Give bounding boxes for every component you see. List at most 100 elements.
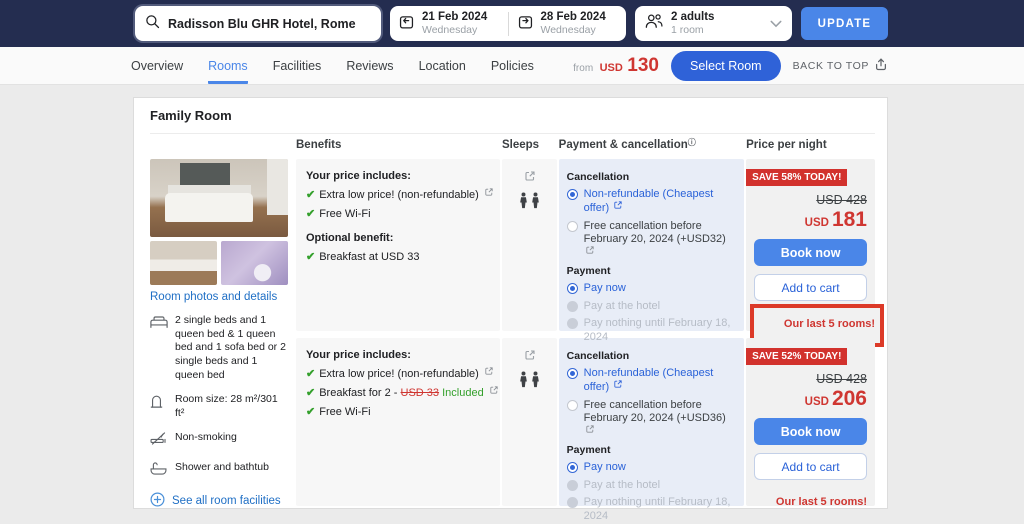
radio-selected	[567, 368, 578, 379]
external-link-icon[interactable]	[586, 424, 594, 436]
bed	[165, 193, 253, 223]
cancellation-title: Cancellation	[567, 171, 736, 183]
external-link-icon[interactable]	[614, 379, 622, 391]
tab-reviews[interactable]: Reviews	[346, 47, 393, 84]
external-link-icon[interactable]	[586, 245, 594, 257]
chevron-down-icon	[770, 15, 782, 33]
radio-disabled	[567, 318, 578, 329]
checkin-calendar-icon	[398, 13, 415, 35]
occupancy-info-icon[interactable]	[525, 168, 535, 186]
adults-occupancy-icon	[519, 192, 540, 209]
from-label: from	[573, 63, 593, 74]
old-price: USD 428	[754, 193, 867, 207]
checkout-calendar-icon	[517, 13, 534, 35]
price-column: Price per night SAVE 58% TODAY! USD 428 …	[746, 139, 875, 510]
wall-art	[180, 163, 230, 186]
offer2-sleeps	[502, 338, 557, 506]
scarcity-message: Our last 5 rooms!	[754, 496, 867, 508]
radio-unselected	[567, 400, 578, 411]
book-now-button[interactable]: Book now	[754, 239, 867, 266]
from-amount: 130	[627, 55, 659, 76]
price-from: from USD 130	[573, 55, 659, 77]
select-room-button[interactable]: Select Room	[671, 51, 781, 81]
optional-title: Optional benefit:	[306, 232, 490, 244]
offer2-benefits: Your price includes: ✔ Extra low price! …	[296, 338, 500, 506]
room-photo-small-1[interactable]	[150, 241, 217, 285]
see-all-facilities-link[interactable]: See all room facilities	[172, 495, 281, 507]
radio-free-cancellation[interactable]: Free cancellation before February 20, 20…	[567, 220, 736, 261]
offer1-price: SAVE 58% TODAY! USD 428 USD181 Book now …	[746, 159, 875, 331]
payment-header: Payment & cancellationⓘ	[559, 139, 744, 159]
room-photo-main[interactable]	[150, 159, 288, 237]
check-icon: ✔	[306, 367, 315, 380]
radio-disabled	[567, 480, 578, 491]
radio-pay-now[interactable]: Pay now	[567, 282, 736, 296]
room-size-detail: Room size: 28 m²/301 ft²	[150, 393, 288, 420]
checkout-date: 28 Feb 2024	[541, 10, 606, 24]
external-link-icon[interactable]	[490, 385, 498, 397]
beds-text: 2 single beds and 1 queen bed & 1 queen …	[175, 314, 288, 382]
current-price: USD206	[754, 387, 867, 411]
shower-icon	[150, 461, 168, 480]
radio-pay-nothing-until: Pay nothing until February 18, 2024	[567, 496, 736, 524]
tab-overview[interactable]: Overview	[131, 47, 183, 84]
tab-facilities[interactable]: Facilities	[273, 47, 322, 84]
payment-title: Payment	[567, 265, 736, 277]
check-icon: ✔	[306, 207, 315, 220]
tab-location[interactable]: Location	[419, 47, 466, 84]
facilities-link-row[interactable]: See all room facilities	[150, 492, 288, 510]
room-size-text: Room size: 28 m²/301 ft²	[175, 393, 288, 420]
radio-non-refundable[interactable]: Non-refundable (Cheapest offer)	[567, 188, 736, 216]
includes-title: Your price includes:	[306, 349, 490, 361]
room-photos-link[interactable]: Room photos and details	[150, 291, 277, 303]
guests-selector[interactable]: 2 adults 1 room	[635, 6, 792, 41]
radio-pay-now[interactable]: Pay now	[567, 461, 736, 475]
checkout-field[interactable]: 28 Feb 2024 Wednesday	[509, 10, 627, 38]
benefit-item: ✔ Free Wi-Fi	[306, 207, 490, 220]
curtain	[267, 159, 288, 215]
old-price: USD 428	[754, 372, 867, 386]
room-photo-small-2[interactable]	[221, 241, 288, 285]
bed-icon	[150, 314, 168, 382]
radio-free-cancellation[interactable]: Free cancellation before February 20, 20…	[567, 399, 736, 440]
external-link-icon[interactable]	[614, 200, 622, 212]
info-icon[interactable]: ⓘ	[688, 138, 696, 147]
sleeps-header: Sleeps	[502, 139, 557, 159]
update-button[interactable]: UPDATE	[801, 7, 888, 40]
bathroom-detail: Shower and bathtub	[150, 461, 288, 480]
payment-title: Payment	[567, 444, 736, 456]
room-photo-thumbs	[150, 241, 288, 285]
hotel-search-box[interactable]	[135, 6, 381, 41]
benefit-item: ✔ Free Wi-Fi	[306, 405, 490, 418]
cancellation-title: Cancellation	[567, 350, 736, 362]
search-icon	[145, 14, 160, 34]
check-icon: ✔	[306, 188, 315, 201]
radio-pay-at-hotel: Pay at the hotel	[567, 300, 736, 314]
add-to-cart-button[interactable]: Add to cart	[754, 274, 867, 301]
offer2-price: SAVE 52% TODAY! USD 428 USD206 Book now …	[746, 338, 875, 506]
checkin-date: 21 Feb 2024	[422, 10, 487, 24]
smoking-text: Non-smoking	[175, 431, 237, 450]
back-to-top-link[interactable]: BACK TO TOP	[793, 57, 888, 74]
benefit-item-breakfast: ✔ Breakfast for 2 - USD 33 Included	[306, 386, 490, 399]
radio-non-refundable[interactable]: Non-refundable (Cheapest offer)	[567, 367, 736, 395]
adults-occupancy-icon	[519, 371, 540, 388]
search-header: 21 Feb 2024 Wednesday 28 Feb 2024 Wednes…	[0, 0, 1024, 47]
external-link-icon[interactable]	[485, 187, 493, 199]
search-input[interactable]	[168, 17, 371, 31]
radio-pay-at-hotel: Pay at the hotel	[567, 479, 736, 493]
add-to-cart-button[interactable]: Add to cart	[754, 453, 867, 480]
external-link-icon[interactable]	[485, 366, 493, 378]
check-icon: ✔	[306, 405, 315, 418]
offer2-payment: Cancellation Non-refundable (Cheapest of…	[559, 338, 744, 506]
room-offers-grid: Room photos and details 2 single beds an…	[150, 134, 875, 510]
tab-rooms[interactable]: Rooms	[208, 47, 248, 84]
book-now-button[interactable]: Book now	[754, 418, 867, 445]
tab-policies[interactable]: Policies	[491, 47, 534, 84]
breakfast-old-price: USD 33	[401, 387, 440, 399]
save-badge: SAVE 52% TODAY!	[746, 348, 847, 365]
bathroom-text: Shower and bathtub	[175, 461, 269, 480]
occupancy-info-icon[interactable]	[525, 347, 535, 365]
checkin-field[interactable]: 21 Feb 2024 Wednesday	[390, 10, 508, 38]
section-tabs: Overview Rooms Facilities Reviews Locati…	[131, 47, 534, 84]
